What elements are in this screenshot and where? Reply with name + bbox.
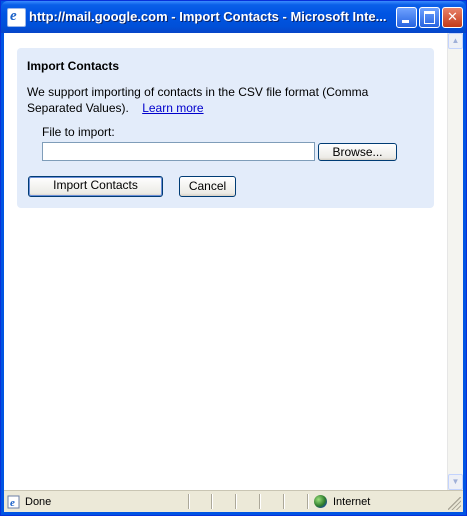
chevron-down-icon: ▼ [451, 477, 460, 486]
cancel-button[interactable]: Cancel [179, 176, 236, 197]
browse-button[interactable]: Browse... [318, 143, 397, 161]
scroll-up-button[interactable]: ▲ [448, 33, 463, 49]
chevron-up-icon: ▲ [451, 36, 460, 45]
file-to-import-label: File to import: [42, 125, 115, 139]
panel-description: We support importing of contacts in the … [27, 84, 422, 116]
file-path-input[interactable] [42, 142, 315, 161]
ie-page-icon: e [7, 8, 26, 27]
close-button[interactable]: ✕ [442, 7, 463, 28]
status-separator [235, 494, 236, 509]
status-text: Done [25, 496, 52, 508]
window-title: http://mail.google.com - Import Contacts… [29, 9, 387, 24]
minimize-button[interactable] [396, 7, 417, 28]
page-content: Import Contacts We support importing of … [4, 33, 447, 490]
import-contacts-button[interactable]: Import Contacts [28, 176, 163, 197]
maximize-icon [424, 11, 435, 24]
vertical-scrollbar[interactable]: ▲ ▼ [447, 33, 463, 490]
scroll-down-button[interactable]: ▼ [448, 474, 463, 490]
status-bar: e Done Internet [4, 490, 463, 512]
resize-grip-icon[interactable] [448, 497, 461, 510]
client-area: Import Contacts We support importing of … [4, 33, 463, 490]
learn-more-link[interactable]: Learn more [142, 101, 203, 115]
ie-page-status-icon: e [7, 495, 20, 509]
maximize-button[interactable] [419, 7, 440, 28]
close-icon: ✕ [447, 10, 458, 25]
status-separator [283, 494, 284, 509]
security-zone-label: Internet [333, 496, 371, 508]
title-bar[interactable]: e http://mail.google.com - Import Contac… [1, 1, 466, 33]
status-separator [211, 494, 212, 509]
status-separator [188, 494, 189, 509]
minimize-icon [402, 20, 409, 23]
panel-heading: Import Contacts [27, 59, 120, 73]
import-contacts-panel: Import Contacts We support importing of … [17, 48, 434, 208]
status-separator [259, 494, 260, 509]
svg-text:e: e [10, 497, 15, 509]
browser-window: e http://mail.google.com - Import Contac… [0, 0, 467, 516]
status-separator [307, 494, 308, 509]
globe-icon [314, 495, 327, 508]
